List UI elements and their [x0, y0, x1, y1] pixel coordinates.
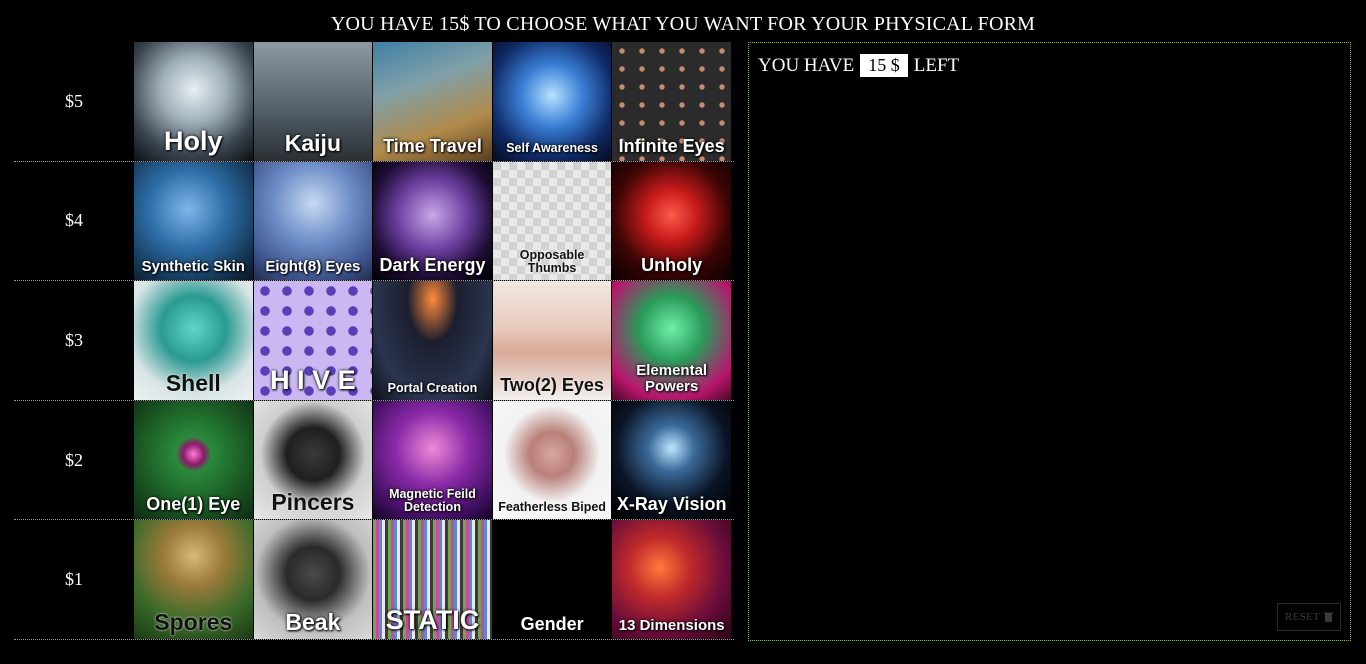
- trait-label: Spores: [154, 608, 233, 635]
- trait-tile[interactable]: Spores: [134, 520, 254, 639]
- tier-price-label: $1: [65, 569, 83, 590]
- trait-tile[interactable]: Gender: [492, 520, 613, 639]
- trait-label: Self Awareness: [506, 141, 598, 156]
- budget-suffix: LEFT: [913, 54, 960, 76]
- trait-label: Time Travel: [383, 135, 482, 156]
- reset-label: RESET: [1284, 611, 1321, 623]
- trait-tile[interactable]: Elemental Powers: [612, 281, 732, 400]
- trait-label: X-Ray Vision: [616, 494, 727, 515]
- trait-tile[interactable]: Synthetic Skin: [134, 161, 254, 281]
- trait-tile[interactable]: 13 Dimensions: [612, 520, 732, 639]
- trait-tile[interactable]: Featherless Biped: [492, 400, 613, 520]
- budget-prefix: YOU HAVE: [758, 54, 855, 76]
- trait-tile[interactable]: Two(2) Eyes: [492, 281, 613, 400]
- trait-tile[interactable]: STATIC: [373, 520, 493, 639]
- trait-label: Opposable Thumbs: [519, 247, 585, 276]
- trait-label: Gender: [520, 614, 584, 635]
- trait-tile[interactable]: H I V E: [253, 281, 374, 400]
- trait-tile[interactable]: Shell: [134, 281, 254, 400]
- trait-label: H I V E: [270, 365, 356, 396]
- tier-board: $5 Holy Kaiju Time Travel Self Awareness Infi…: [14, 42, 734, 640]
- trait-label: Synthetic Skin: [141, 258, 245, 276]
- trait-label: STATIC: [385, 604, 480, 635]
- trait-label: One(1) Eye: [146, 494, 241, 515]
- trait-label: Eight(8) Eyes: [265, 258, 361, 276]
- trait-tile[interactable]: Time Travel: [373, 42, 493, 161]
- trait-tile[interactable]: Self Awareness: [492, 42, 613, 161]
- tier-price-label: $2: [65, 449, 83, 470]
- trait-tile[interactable]: One(1) Eye: [134, 400, 254, 520]
- trait-tile[interactable]: X-Ray Vision: [612, 400, 732, 520]
- tier-row: $1 Spores Beak STATIC Gender 13 Dimensions: [14, 520, 734, 640]
- tier-row: $5 Holy Kaiju Time Travel Self Awareness Infi…: [14, 42, 734, 162]
- tier-price-label: $3: [65, 329, 83, 350]
- trait-label: Unholy: [641, 255, 703, 276]
- trait-label: Pincers: [271, 489, 355, 516]
- trait-label: 13 Dimensions: [618, 617, 725, 635]
- trait-tile[interactable]: Kaiju: [253, 42, 374, 161]
- trait-tile[interactable]: Beak: [253, 520, 374, 639]
- trait-tile[interactable]: Opposable Thumbs: [492, 161, 613, 281]
- budget-value: 15 $: [860, 54, 908, 77]
- trait-tile[interactable]: Infinite Eyes: [612, 42, 732, 161]
- budget-display: YOU HAVE 15 $ LEFT: [758, 54, 959, 77]
- trait-label: Elemental Powers: [636, 362, 708, 396]
- trait-tile[interactable]: Dark Energy: [373, 161, 493, 281]
- trait-tile[interactable]: Magnetic Feild Detection: [373, 400, 493, 520]
- trait-label: Beak: [285, 608, 341, 635]
- trait-label: Magnetic Feild Detection: [389, 487, 476, 515]
- trait-tile[interactable]: Portal Creation: [373, 281, 493, 400]
- page-title: YOU HAVE 15$ TO CHOOSE WHAT YOU WANT FOR…: [330, 13, 1036, 35]
- tier-price-label: $5: [65, 90, 83, 111]
- trait-label: Infinite Eyes: [618, 135, 725, 156]
- trait-tile[interactable]: Pincers: [253, 400, 374, 520]
- trait-label: Holy: [164, 126, 223, 157]
- trait-label: Featherless Biped: [498, 500, 606, 515]
- tier-row: $2 One(1) Eye Pincers Magnetic Feild Detect…: [14, 400, 734, 521]
- tier-row: $4 Synthetic Skin Eight(8) Eyes Dark Energy…: [14, 161, 734, 282]
- trait-tile[interactable]: Eight(8) Eyes: [253, 161, 374, 281]
- reset-button[interactable]: RESET: [1277, 603, 1341, 631]
- trait-label: Kaiju: [284, 130, 341, 157]
- trait-tile[interactable]: Holy: [134, 42, 254, 161]
- trait-label: Shell: [165, 369, 221, 396]
- trait-label: Two(2) Eyes: [500, 374, 604, 395]
- selection-panel[interactable]: YOU HAVE 15 $ LEFT RESET: [748, 42, 1351, 641]
- trait-tile[interactable]: Unholy: [612, 161, 732, 281]
- trait-label: Portal Creation: [387, 380, 478, 395]
- tier-row: $3 Shell H I V E Portal Creation Two(2) Eyes…: [14, 281, 734, 401]
- tier-price-label: $4: [65, 210, 83, 231]
- trait-label: Dark Energy: [379, 255, 486, 276]
- trash-icon: [1324, 612, 1334, 622]
